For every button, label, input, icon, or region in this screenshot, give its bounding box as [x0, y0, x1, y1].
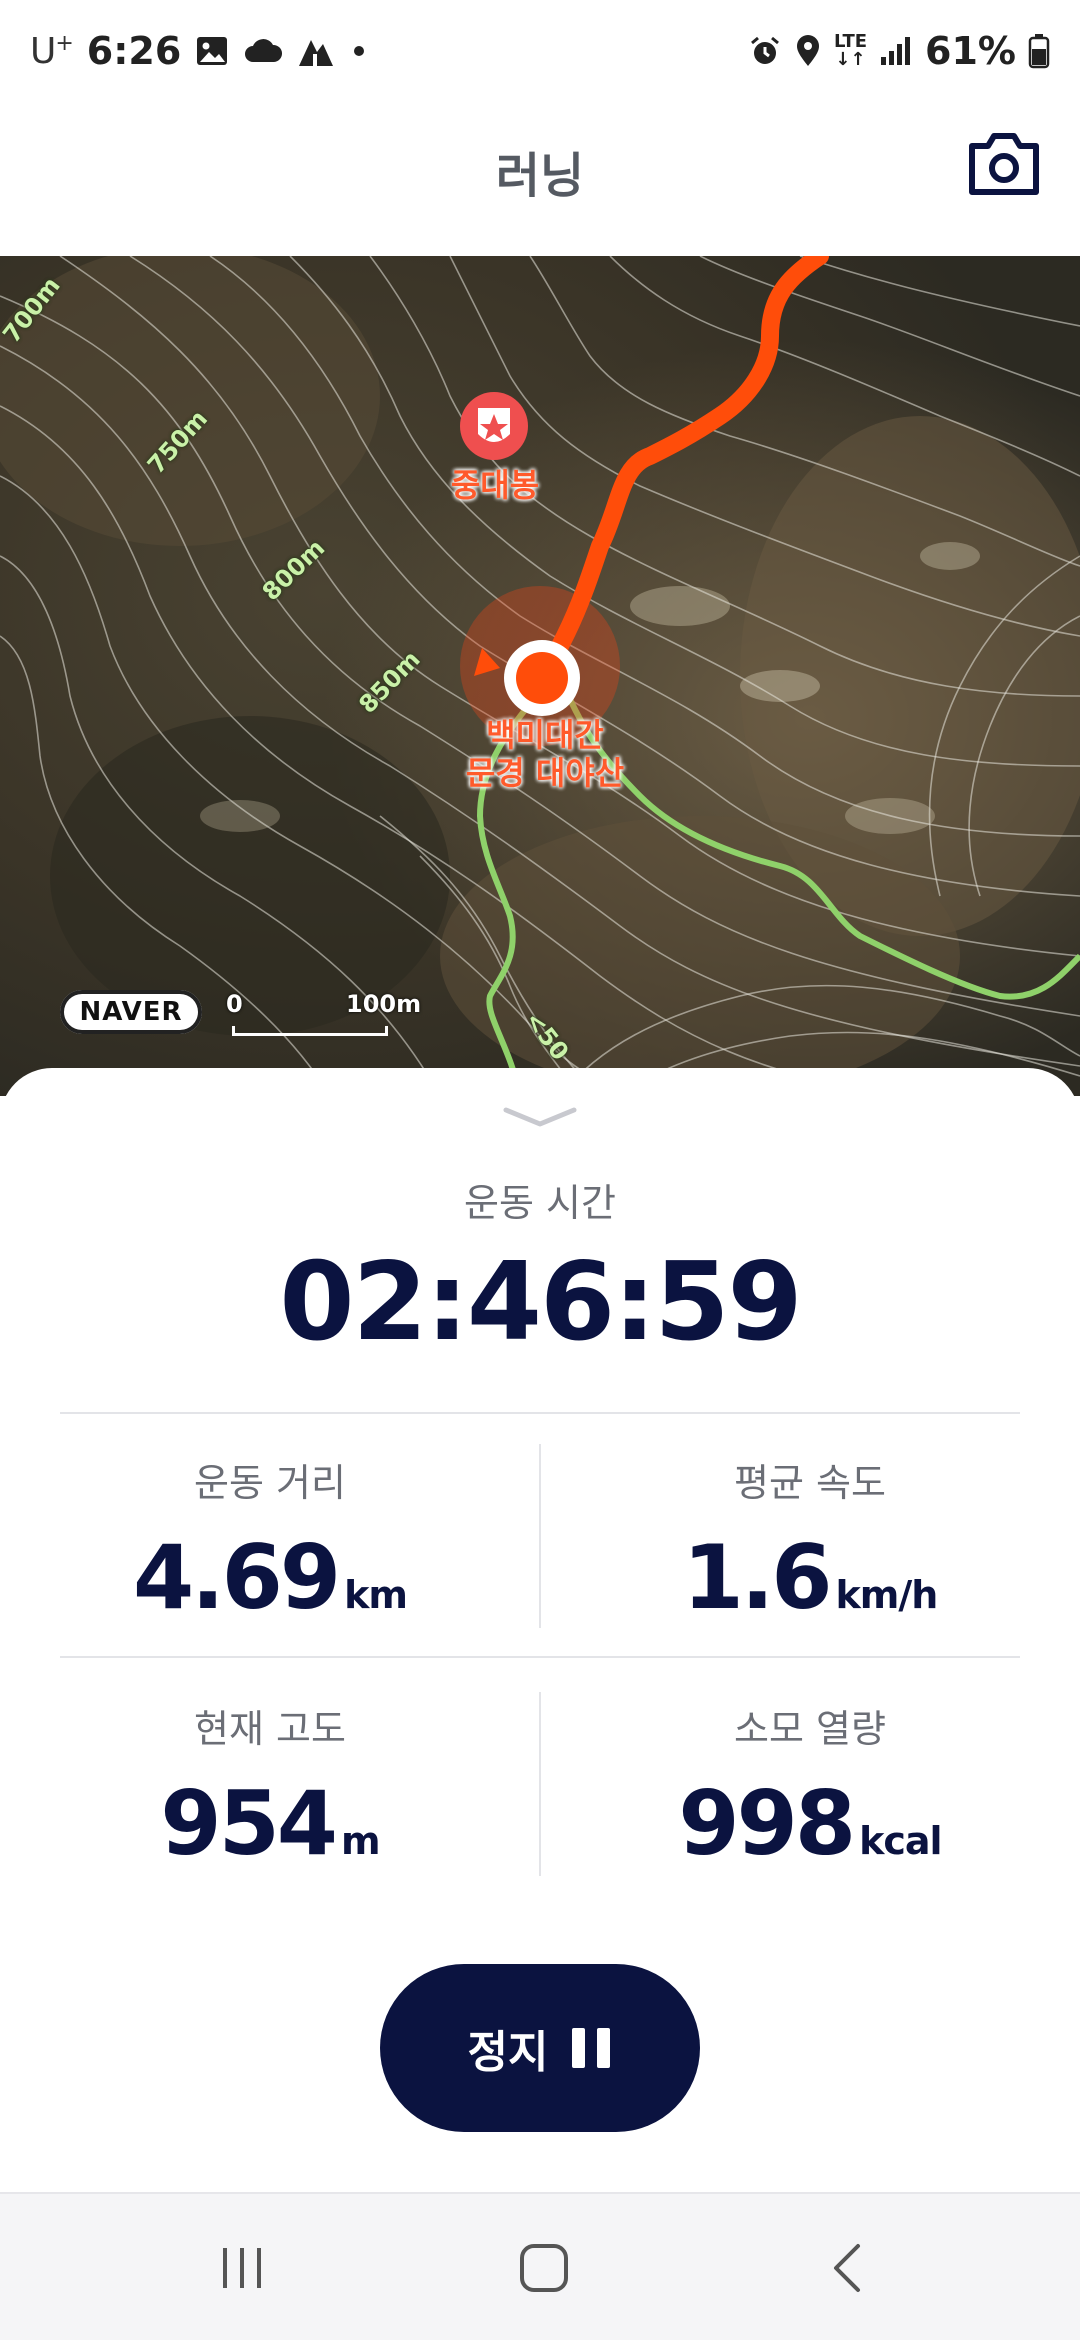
battery-icon	[1028, 33, 1050, 69]
stat-distance: 운동 거리 4.69 km	[0, 1452, 540, 1629]
page-title: 러닝	[495, 148, 585, 204]
distance-label: 운동 거리	[194, 1461, 346, 1505]
home-button[interactable]	[504, 2236, 584, 2300]
chevron-down-icon[interactable]	[500, 1104, 580, 1128]
distance-value: 4.69	[133, 1526, 341, 1629]
distance-unit: km	[344, 1573, 408, 1617]
scale-distance-label: 100m	[346, 990, 422, 1018]
elapsed-time-value: 02:46:59	[279, 1240, 802, 1365]
calories-value: 998	[678, 1772, 856, 1875]
map-terrain	[0, 256, 1080, 1096]
stats-sheet: 운동 시간 02:46:59 운동 거리 4.69 km 평균 속도 1.6 k…	[0, 1068, 1080, 2192]
altitude-value: 954	[160, 1772, 338, 1875]
stat-altitude: 현재 고도 954 m	[0, 1698, 540, 1875]
notification-dot-icon	[349, 41, 369, 61]
location-icon	[794, 34, 822, 68]
status-bar: U+ 6:26 LTE ↓↑ 61%	[0, 0, 1080, 100]
speed-label: 평균 속도	[734, 1461, 886, 1505]
poi-start-line2: 문경 대야산	[465, 754, 625, 792]
signal-icon	[879, 35, 913, 67]
camera-button[interactable]	[966, 130, 1042, 200]
poi-label-start[interactable]: 백미대간 문경 대야산	[440, 716, 650, 792]
home-icon	[520, 2244, 568, 2292]
scale-zero-label: 0	[226, 990, 243, 1018]
hiking-app-icon	[297, 34, 335, 68]
altitude-label: 현재 고도	[194, 1707, 346, 1751]
cloud-icon	[243, 36, 283, 66]
pause-icon	[572, 2028, 611, 2068]
stat-speed: 평균 속도 1.6 km/h	[540, 1452, 1080, 1629]
poi-start-line1: 백미대간	[486, 716, 604, 754]
elapsed-time-label: 운동 시간	[464, 1181, 616, 1225]
battery-percent: 61%	[925, 29, 1016, 73]
altitude-unit: m	[341, 1819, 381, 1863]
system-nav-bar	[0, 2192, 1080, 2340]
calories-label: 소모 열량	[734, 1707, 886, 1751]
stat-calories: 소모 열량 998 kcal	[540, 1698, 1080, 1875]
divider	[60, 1656, 1020, 1658]
alarm-icon	[748, 34, 782, 68]
back-button[interactable]	[808, 2236, 888, 2300]
gallery-icon	[195, 34, 229, 68]
naver-logo: NAVER	[60, 990, 202, 1034]
app-header: 러닝	[0, 100, 1080, 256]
divider	[60, 1412, 1020, 1414]
poi-label-peak[interactable]: 중대봉	[430, 466, 560, 504]
lte-indicator: LTE ↓↑	[833, 31, 868, 70]
scale-bar	[232, 1026, 388, 1036]
recent-apps-button[interactable]	[202, 2236, 282, 2300]
stop-button-label: 정지	[467, 2027, 549, 2078]
stop-button[interactable]: 정지	[380, 1964, 700, 2132]
calories-unit: kcal	[859, 1819, 942, 1863]
speed-value: 1.6	[682, 1526, 833, 1629]
carrier-label: U+	[30, 30, 74, 72]
camera-icon	[969, 133, 1039, 195]
back-icon	[834, 2244, 860, 2292]
status-time: 6:26	[86, 29, 182, 73]
route-map[interactable]: 700m 750m 800m 850m <50 중대봉 백미대간 문경 대야산 …	[0, 256, 1080, 1096]
speed-unit: km/h	[835, 1573, 939, 1617]
recent-apps-icon	[223, 2248, 261, 2288]
